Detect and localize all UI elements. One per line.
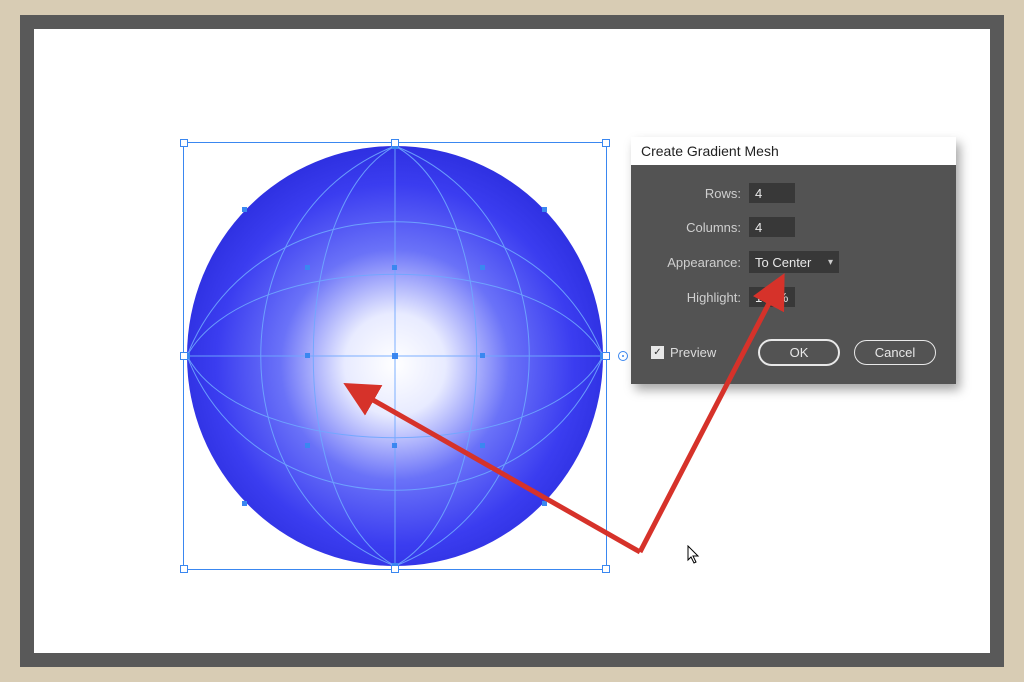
rows-input[interactable] <box>749 183 795 203</box>
appearance-label: Appearance: <box>651 255 741 270</box>
preview-checkbox[interactable]: ✓ Preview <box>651 345 716 360</box>
columns-label: Columns: <box>651 220 741 235</box>
resize-handle-br[interactable] <box>602 565 610 573</box>
highlight-input[interactable] <box>749 287 795 307</box>
resize-handle-bm[interactable] <box>391 565 399 573</box>
resize-handle-tm[interactable] <box>391 139 399 147</box>
resize-handle-ml[interactable] <box>180 352 188 360</box>
chevron-down-icon: ▾ <box>828 257 833 268</box>
appearance-value: To Center <box>755 255 811 270</box>
cancel-button[interactable]: Cancel <box>854 340 936 365</box>
resize-handle-mr[interactable] <box>602 352 610 360</box>
cursor-icon <box>687 545 701 565</box>
selection-bounding-box[interactable] <box>183 142 607 570</box>
highlight-label: Highlight: <box>651 290 741 305</box>
create-gradient-mesh-dialog: Create Gradient Mesh Rows: Columns: Appe… <box>631 137 956 384</box>
resize-handle-tl[interactable] <box>180 139 188 147</box>
appearance-dropdown[interactable]: To Center ▾ <box>749 251 839 273</box>
columns-input[interactable] <box>749 217 795 237</box>
resize-handle-tr[interactable] <box>602 139 610 147</box>
preview-label: Preview <box>670 345 716 360</box>
dialog-title: Create Gradient Mesh <box>631 137 956 165</box>
canvas-area[interactable]: Create Gradient Mesh Rows: Columns: Appe… <box>34 29 990 653</box>
ok-button[interactable]: OK <box>758 339 840 366</box>
dialog-body: Rows: Columns: Appearance: To Center ▾ H… <box>631 165 956 339</box>
rows-label: Rows: <box>651 186 741 201</box>
resize-handle-bl[interactable] <box>180 565 188 573</box>
checkbox-icon: ✓ <box>651 346 664 359</box>
origin-indicator[interactable] <box>618 351 628 361</box>
